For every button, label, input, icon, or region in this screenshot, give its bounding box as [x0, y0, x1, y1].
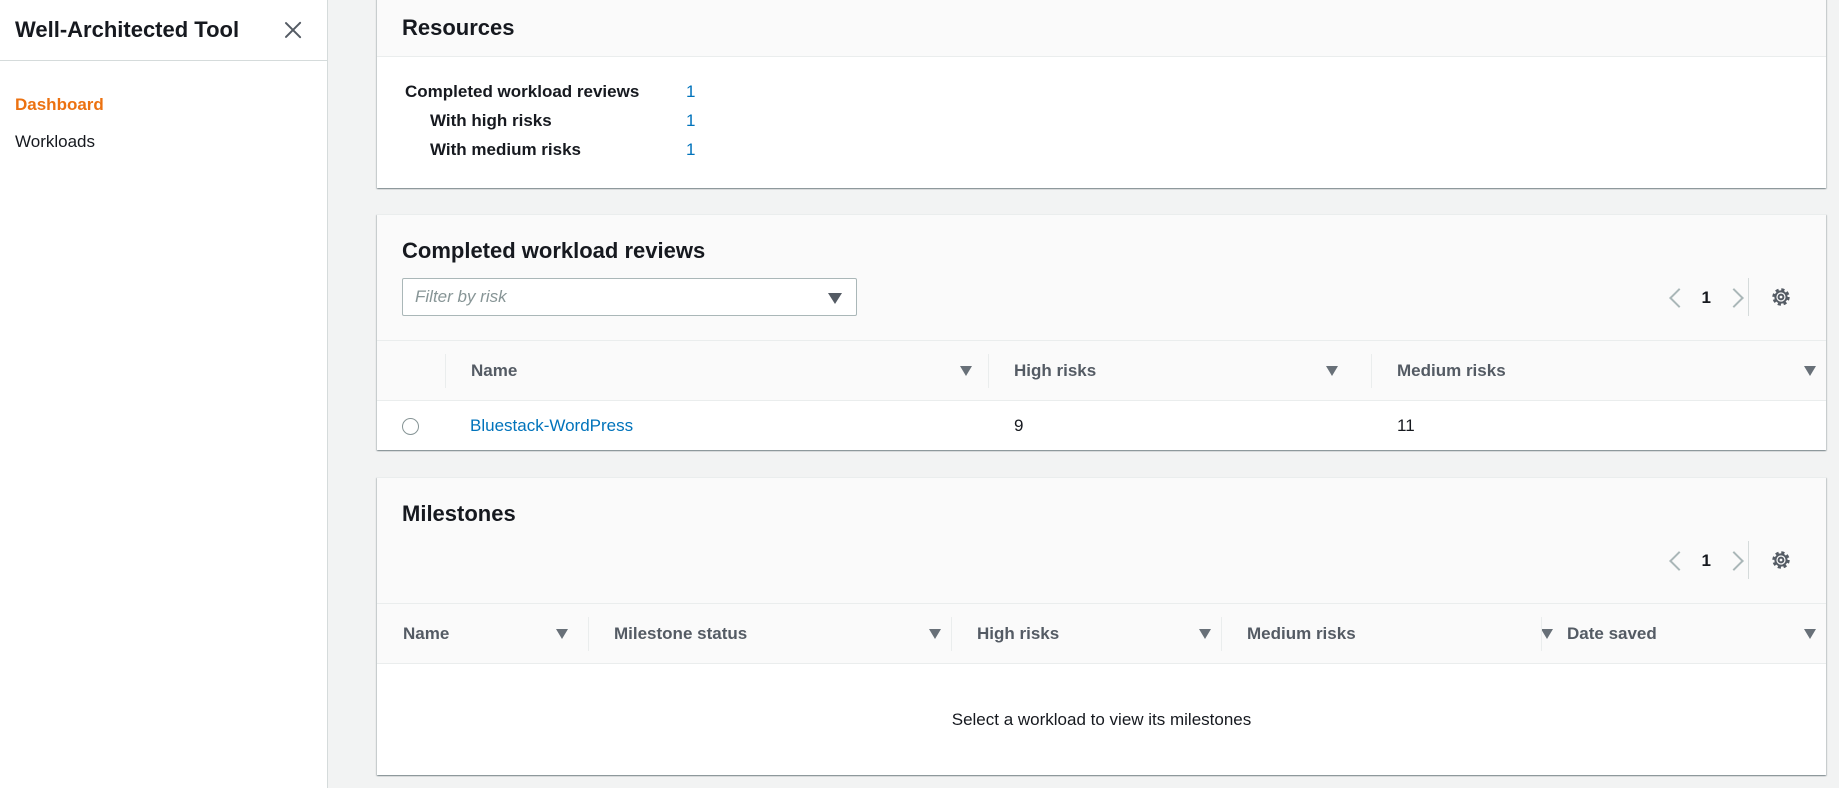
resources-list: Completed workload reviews 1 With high r… — [377, 57, 1826, 164]
toolbar-divider — [1748, 541, 1749, 579]
milestones-pagination: 1 — [1668, 545, 1744, 577]
resources-title: Resources — [402, 14, 515, 40]
chevron-right-icon[interactable] — [1724, 551, 1744, 571]
workload-name-cell: Bluestack-WordPress — [470, 401, 633, 451]
column-label: High risks — [1014, 361, 1097, 380]
resource-row-completed: Completed workload reviews 1 — [405, 77, 1798, 106]
row-select-cell — [402, 401, 419, 451]
page-number[interactable]: 1 — [1702, 288, 1711, 308]
sort-caret-icon — [556, 629, 568, 639]
column-label: Milestone status — [614, 624, 748, 643]
reviews-pagination: 1 — [1668, 282, 1744, 314]
filter-by-risk-select[interactable]: Filter by risk — [402, 278, 857, 316]
sidebar-item-dashboard[interactable]: Dashboard — [0, 93, 327, 130]
row-radio-button[interactable] — [402, 417, 419, 435]
column-label: Medium risks — [1397, 361, 1506, 380]
gear-icon[interactable] — [1769, 548, 1793, 572]
column-header-high-risks[interactable]: High risks — [977, 604, 1211, 664]
column-label: Name — [403, 624, 450, 643]
resource-value: 1 — [686, 81, 696, 101]
resources-header: Resources — [377, 0, 1826, 57]
sort-caret-icon — [1326, 366, 1338, 376]
table-row[interactable]: Bluestack-WordPress 9 11 — [377, 401, 1826, 451]
sidebar-title: Well-Architected Tool — [15, 17, 240, 42]
sort-caret-icon — [1199, 629, 1211, 639]
milestones-table-header: Name Milestone status High risks Medium … — [377, 604, 1826, 664]
chevron-left-icon[interactable] — [1668, 551, 1689, 571]
column-header-medium-risks[interactable]: Medium risks — [1247, 604, 1553, 664]
milestones-empty-state: Select a workload to view its milestones — [951, 710, 1252, 729]
medium-risks-cell: 11 — [1397, 416, 1415, 435]
sort-caret-icon — [1804, 366, 1816, 376]
column-divider — [1221, 617, 1222, 651]
high-risks-cell: 9 — [1014, 416, 1024, 435]
column-header-name[interactable]: Name — [471, 341, 972, 401]
resource-value: 1 — [686, 110, 696, 130]
sidebar-item-workloads[interactable]: Workloads — [0, 130, 327, 167]
sort-caret-icon — [1541, 629, 1553, 639]
side-navigation: Well-Architected Tool Dashboard Workload… — [0, 0, 328, 788]
chevron-right-icon[interactable] — [1724, 288, 1744, 308]
toolbar-divider — [1748, 278, 1749, 316]
column-divider — [588, 617, 589, 651]
sidebar-nav: Dashboard Workloads — [0, 61, 327, 167]
reviews-title: Completed workload reviews — [402, 238, 706, 263]
column-divider — [445, 354, 446, 388]
column-divider — [988, 354, 989, 388]
close-icon[interactable] — [281, 18, 305, 42]
resource-label: With medium risks — [430, 139, 581, 159]
resources-panel: Resources Completed workload reviews 1 W… — [377, 0, 1826, 188]
completed-reviews-panel: Completed workload reviews Filter by ris… — [377, 214, 1826, 450]
sort-caret-icon — [929, 629, 941, 639]
filter-placeholder: Filter by risk — [415, 287, 507, 306]
column-header-date-saved[interactable]: Date saved — [1567, 604, 1816, 664]
resource-value: 1 — [686, 139, 696, 159]
workload-name-link[interactable]: Bluestack-WordPress — [470, 416, 633, 436]
reviews-toolbar: Filter by risk 1 — [402, 278, 1801, 318]
column-divider — [1371, 354, 1372, 388]
milestones-toolbar: 1 — [402, 541, 1801, 581]
gear-icon[interactable] — [1769, 285, 1793, 309]
resource-label: Completed workload reviews — [405, 81, 640, 101]
caret-down-icon — [828, 293, 842, 304]
column-header-milestone-status[interactable]: Milestone status — [614, 604, 941, 664]
resource-row-high-risks: With high risks 1 — [405, 106, 1798, 135]
column-label: Medium risks — [1247, 624, 1356, 643]
resource-label: With high risks — [430, 110, 552, 130]
column-header-high-risks[interactable]: High risks — [1014, 341, 1338, 401]
column-label: High risks — [977, 624, 1060, 643]
reviews-table-header: Name High risks Medium risks — [377, 341, 1826, 401]
milestones-title: Milestones — [402, 501, 516, 526]
column-header-medium-risks[interactable]: Medium risks — [1397, 341, 1816, 401]
column-label: Date saved — [1567, 624, 1657, 643]
sort-caret-icon — [960, 366, 972, 376]
column-label: Name — [471, 361, 518, 380]
sort-caret-icon — [1804, 629, 1816, 639]
column-divider — [1541, 617, 1542, 651]
sidebar-header: Well-Architected Tool — [0, 0, 327, 61]
column-divider — [951, 617, 952, 651]
chevron-left-icon[interactable] — [1668, 288, 1689, 308]
page-number[interactable]: 1 — [1702, 551, 1711, 571]
resource-row-medium-risks: With medium risks 1 — [405, 135, 1798, 164]
reviews-header: Completed workload reviews Filter by ris… — [377, 215, 1826, 341]
column-header-name[interactable]: Name — [403, 604, 568, 664]
milestones-header: Milestones 1 — [377, 478, 1826, 604]
milestones-panel: Milestones 1 Name Milestone status High … — [377, 477, 1826, 775]
